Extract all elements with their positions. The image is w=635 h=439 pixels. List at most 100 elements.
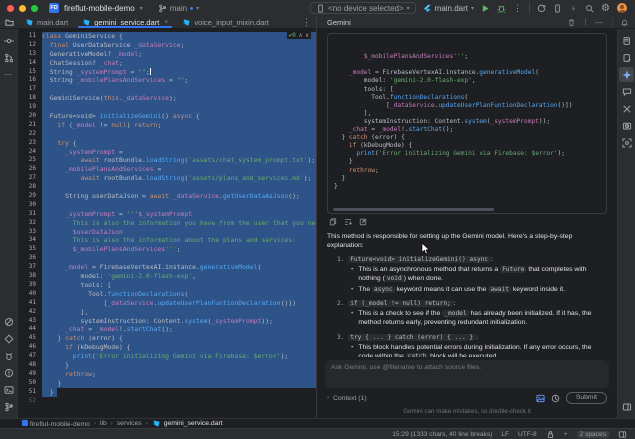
- project-tool-icon[interactable]: [0, 16, 18, 28]
- editor-line-16[interactable]: 16 String _mobilePlansAndServices = "";: [18, 76, 316, 86]
- editor-line-31[interactable]: 31 _systemPrompt = '''$_systemPrompt: [18, 209, 316, 219]
- profile-avatar[interactable]: [617, 3, 627, 13]
- editor-line-38[interactable]: 38 model: 'gemini-2.0-flash-exp',: [18, 272, 316, 281]
- editor-line-43[interactable]: 43 systemInstruction: Content.system(_sy…: [18, 316, 316, 326]
- minimize-window-button[interactable]: [19, 4, 26, 12]
- editor-line-22[interactable]: 22: [18, 129, 316, 139]
- history-clock-icon[interactable]: [551, 394, 560, 403]
- editor-line-27[interactable]: 27 await rootBundle.loadString('assets/p…: [18, 174, 316, 184]
- lock-icon[interactable]: [546, 430, 555, 439]
- editor-line-42[interactable]: 42 ],: [18, 307, 316, 317]
- editor-line-44[interactable]: 44 _chat = _model!.startChat();: [18, 325, 316, 335]
- editor-line-25[interactable]: 25 await rootBundle.loadString('assets/c…: [18, 156, 316, 166]
- zoom-window-button[interactable]: [31, 4, 38, 12]
- clear-chat-icon[interactable]: [567, 18, 576, 27]
- editor-line-45[interactable]: 45 } catch (error) {: [18, 334, 316, 344]
- prev-problem-icon[interactable]: ∧: [299, 32, 303, 39]
- editor-line-48[interactable]: 48 }: [18, 360, 316, 370]
- editor-line-49[interactable]: 49 rethrow;: [18, 369, 316, 379]
- panel-options-icon[interactable]: ⋮: [582, 18, 589, 27]
- context-expander-icon[interactable]: ›: [327, 395, 329, 401]
- run-configuration[interactable]: main.dart ▾: [423, 4, 474, 13]
- breadcrumb-item-lib[interactable]: lib: [100, 420, 107, 427]
- tab-gemini_service.dart[interactable]: gemini_service.dart ×: [75, 16, 175, 28]
- device-selector[interactable]: <no device selected> ▾: [310, 2, 416, 14]
- breadcrumb-item-services[interactable]: services: [117, 420, 142, 427]
- editor-line-37[interactable]: 37 _model = FirebaseVertexAI.instance.ge…: [18, 263, 316, 273]
- assistant-chat-icon[interactable]: [619, 84, 634, 99]
- editor-line-24[interactable]: 24 _systemPrompt =: [18, 147, 316, 157]
- editor-line-13[interactable]: 13 GenerativeModel? _model;: [18, 49, 316, 59]
- device-mirror-icon[interactable]: [553, 3, 562, 13]
- settings-icon[interactable]: ⚙: [601, 3, 610, 13]
- editor-line-18[interactable]: 18 GeminiService(this._dataService);: [18, 94, 316, 104]
- logcat-icon[interactable]: [1, 348, 16, 363]
- close-window-button[interactable]: [7, 4, 14, 12]
- editor-line-34[interactable]: 34 This is also the information about th…: [18, 236, 316, 246]
- editor-line-32[interactable]: 32 This is also the information you have…: [18, 218, 316, 228]
- editor-line-29[interactable]: 29 String userDataJson = await _dataServ…: [18, 192, 316, 201]
- layout-windows-icon[interactable]: [619, 399, 634, 414]
- gemini-icon[interactable]: [619, 67, 634, 82]
- open-in-file-icon[interactable]: [359, 218, 367, 226]
- editor-line-15[interactable]: 15 String _systemPrompt = "";: [18, 67, 316, 77]
- submit-button[interactable]: Submit: [565, 392, 607, 404]
- hide-panel-icon[interactable]: —: [595, 18, 603, 27]
- copy-icon[interactable]: [329, 218, 337, 226]
- project-selector[interactable]: fireflut-mobile-demo: [64, 4, 135, 13]
- inspection-widget[interactable]: ✔0 ∧ ∨: [286, 32, 311, 39]
- editor-line-41[interactable]: 41 [_dataService.updateUserPlanFuntionDe…: [18, 298, 316, 308]
- editor-line-40[interactable]: 40 Tool.functionDeclarations(: [18, 289, 316, 299]
- branch-selector[interactable]: main ▾: [158, 4, 199, 13]
- line-ending[interactable]: LF: [501, 431, 509, 438]
- caret-position[interactable]: 15:29 (1333 chars, 40 line breaks): [392, 431, 492, 438]
- terminal-icon[interactable]: [1, 382, 16, 397]
- editor-line-19[interactable]: 19: [18, 103, 316, 113]
- plus-icon[interactable]: +: [564, 431, 568, 438]
- app-inspection-icon[interactable]: [1, 331, 16, 346]
- editor-line-28[interactable]: 28: [18, 183, 316, 193]
- pull-requests-icon[interactable]: [1, 50, 16, 65]
- editor-line-20[interactable]: 20 Future<void> initializeGemini() async…: [18, 112, 316, 121]
- editor-line-14[interactable]: 14 ChatSession? _chat;: [18, 58, 316, 68]
- editor-line-30[interactable]: 30: [18, 200, 316, 210]
- build-variants-icon[interactable]: [619, 101, 634, 116]
- tab-voice_input_mixin.dart[interactable]: voice_input_mixin.dart: [175, 16, 276, 28]
- context-label[interactable]: Context (1): [333, 395, 367, 402]
- attach-image-icon[interactable]: [536, 394, 545, 403]
- gemini-input-box[interactable]: [325, 360, 609, 388]
- file-encoding[interactable]: UTF-8: [518, 431, 537, 438]
- commit-icon[interactable]: [1, 33, 16, 48]
- editor-line-50[interactable]: 50 }: [18, 378, 316, 388]
- run-button[interactable]: [481, 4, 490, 13]
- app-quality-insights-icon[interactable]: [619, 118, 634, 133]
- editor-line-26[interactable]: 26 _mobilePlansAndServices =: [18, 165, 316, 175]
- editor-line-39[interactable]: 39 tools: [: [18, 280, 316, 290]
- code-editor[interactable]: ✔0 ∧ ∨ 11 class GeminiService {12 final U…: [18, 29, 316, 418]
- more-tool-windows-icon[interactable]: ⋯: [1, 67, 16, 82]
- insert-into-editor-icon[interactable]: [344, 218, 352, 226]
- editor-line-21[interactable]: 21 if (_model != null) return;: [18, 120, 316, 130]
- bolt-icon[interactable]: [569, 4, 578, 13]
- next-problem-icon[interactable]: ∨: [305, 32, 309, 39]
- search-icon[interactable]: [585, 4, 594, 13]
- gemini-prompt-input[interactable]: [331, 364, 603, 384]
- editor-line-52[interactable]: 52: [18, 397, 316, 406]
- breadcrumb-item-gemini_service.dart[interactable]: gemini_service.dart: [152, 419, 223, 428]
- editor-line-46[interactable]: 46 if (kDebugMode) {: [18, 343, 316, 353]
- breadcrumb-item-fireflut-mobile-demo[interactable]: fireflut-mobile-demo: [22, 419, 90, 428]
- sync-icon[interactable]: [537, 4, 546, 13]
- debug-button[interactable]: [497, 4, 506, 13]
- notifications-bell-icon[interactable]: [612, 17, 629, 27]
- running-devices-icon[interactable]: [619, 135, 634, 150]
- code-block-hscrollbar[interactable]: [333, 207, 495, 211]
- gemini-messages[interactable]: $_mobilePlansAndServices'''; _model = Fi…: [317, 29, 617, 357]
- problems-icon[interactable]: [1, 365, 16, 380]
- gradle-icon[interactable]: [619, 33, 634, 48]
- editor-line-47[interactable]: 47 print('Error initializing Gemini via …: [18, 352, 316, 361]
- device-explorer-icon[interactable]: [1, 314, 16, 329]
- editor-line-33[interactable]: 33 $userDataJson: [18, 227, 316, 237]
- tab-options-icon[interactable]: ⋮: [302, 16, 316, 28]
- close-tab-icon[interactable]: ×: [164, 19, 168, 26]
- version-control-icon[interactable]: [1, 399, 16, 414]
